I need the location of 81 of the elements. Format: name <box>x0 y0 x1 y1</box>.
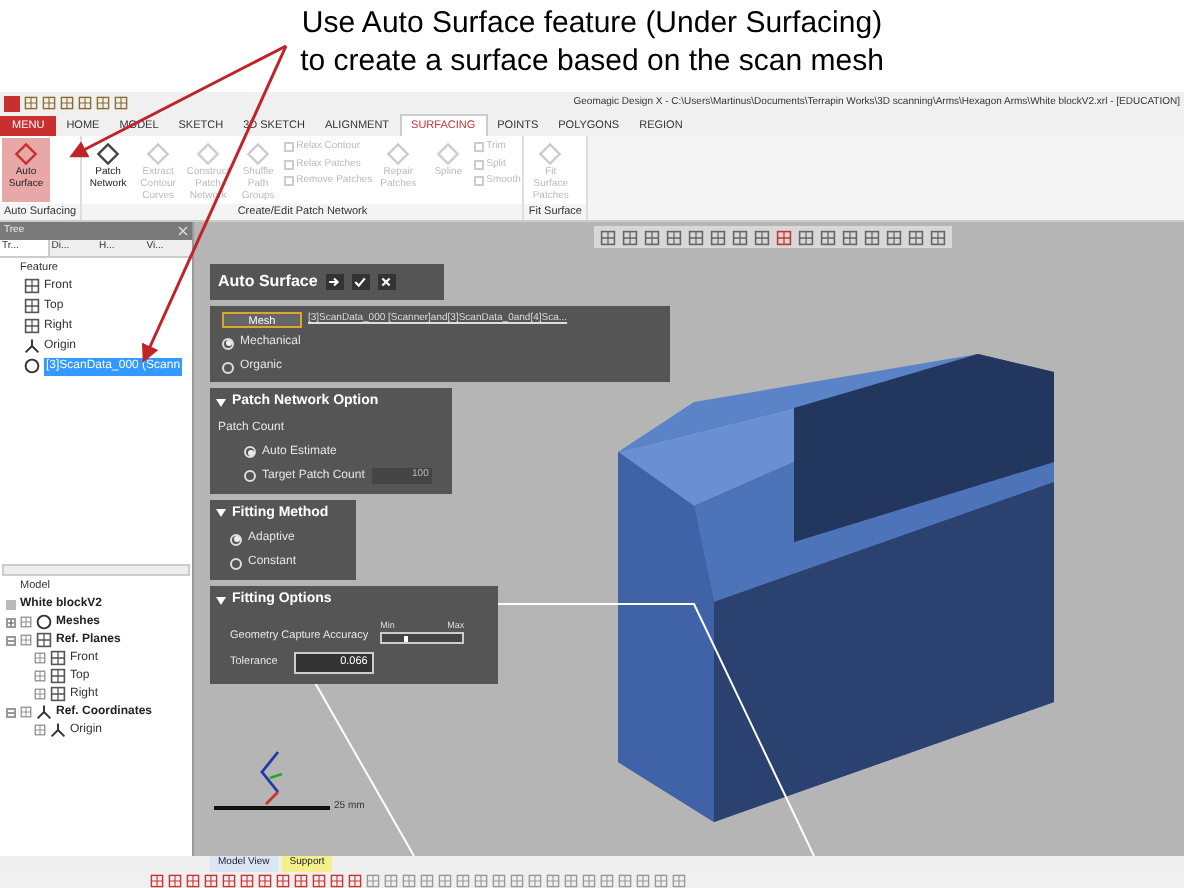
toolbar-icon <box>618 873 632 887</box>
toolbar-icon <box>732 229 748 245</box>
toolbar-icon <box>710 229 726 245</box>
toolbar-icon <box>312 873 326 887</box>
toolbar-icon <box>60 96 74 110</box>
expand-icon[interactable] <box>6 617 16 627</box>
scrollbar[interactable] <box>2 563 190 576</box>
axis-triad-icon <box>260 751 283 805</box>
toolbar-icon <box>150 873 164 887</box>
diamond-icon <box>436 142 461 166</box>
app-logo-icon <box>4 95 20 111</box>
toolbar-icon <box>864 229 880 245</box>
toolbar-icon <box>886 229 902 245</box>
caption-text: to create a surface based on the scan mesh <box>300 42 884 80</box>
toolbar-icon <box>366 873 380 887</box>
toolbar-icon <box>666 229 682 245</box>
toolbar-icon <box>582 873 596 887</box>
toolbar-icon <box>636 873 650 887</box>
toolbar-icon <box>510 873 524 887</box>
toolbar-icon <box>474 873 488 887</box>
diamond-icon <box>538 142 563 166</box>
grid-icon <box>24 298 40 315</box>
toolbar-icon <box>168 873 182 887</box>
diamond-icon <box>246 142 271 166</box>
toolbar-icon <box>114 96 128 110</box>
caption-text: Use Auto Surface feature (Under Surfacing) <box>301 4 883 42</box>
toolbar-icon <box>222 873 236 887</box>
scale-bar <box>214 806 330 810</box>
diamond-icon <box>146 142 171 166</box>
toolbar-icon <box>186 873 200 887</box>
circle-icon <box>24 358 40 375</box>
grid-icon <box>24 318 40 335</box>
toolbar-icon <box>654 873 668 887</box>
dialog-title: Auto Surface <box>218 270 318 294</box>
toolbar-icon <box>622 229 638 245</box>
toolbar-icon <box>564 873 578 887</box>
toolbar-icon <box>776 229 792 245</box>
axes-icon <box>24 338 40 355</box>
toolbar-icon <box>294 873 308 887</box>
collapse-icon[interactable] <box>216 397 226 408</box>
toolbar-icon <box>754 229 770 245</box>
toolbar-icon <box>600 229 616 245</box>
toolbar-icon <box>78 96 92 110</box>
toolbar-icon <box>96 96 110 110</box>
toolbar-icon <box>930 229 946 245</box>
toolbar-icon <box>402 873 416 887</box>
check-icon[interactable] <box>351 274 370 290</box>
diamond-icon <box>196 142 221 166</box>
next-icon[interactable] <box>325 274 344 290</box>
toolbar-icon <box>438 873 452 887</box>
collapse-icon[interactable] <box>216 508 226 519</box>
toolbar-icon <box>42 96 56 110</box>
toolbar-icon <box>672 873 686 887</box>
toolbar-icon <box>330 873 344 887</box>
diamond-icon <box>14 142 38 166</box>
toolbar-icon <box>600 873 614 887</box>
toolbar-icon <box>456 873 470 887</box>
diamond-icon <box>96 142 121 166</box>
toolbar-icon <box>492 873 506 887</box>
toolbar-icon <box>420 873 434 887</box>
toolbar-icon <box>204 873 218 887</box>
toolbar-icon <box>24 96 38 110</box>
grid-icon <box>24 278 40 295</box>
close-icon[interactable] <box>377 274 396 290</box>
toolbar-icon <box>688 229 704 245</box>
collapse-icon[interactable] <box>216 595 226 606</box>
toolbar-icon <box>644 229 660 245</box>
toolbar-icon <box>258 873 272 887</box>
toolbar-icon <box>546 873 560 887</box>
toolbar-icon <box>908 229 924 245</box>
toolbar-icon <box>798 229 814 245</box>
toolbar-icon <box>528 873 542 887</box>
accuracy-slider[interactable] <box>380 632 465 645</box>
toolbar-icon <box>240 873 254 887</box>
toolbar-icon <box>276 873 290 887</box>
circle-icon <box>36 614 52 630</box>
toolbar-icon <box>384 873 398 887</box>
toolbar-icon <box>820 229 836 245</box>
toolbar-icon <box>842 229 858 245</box>
toolbar-icon <box>348 873 362 887</box>
diamond-icon <box>386 142 411 166</box>
